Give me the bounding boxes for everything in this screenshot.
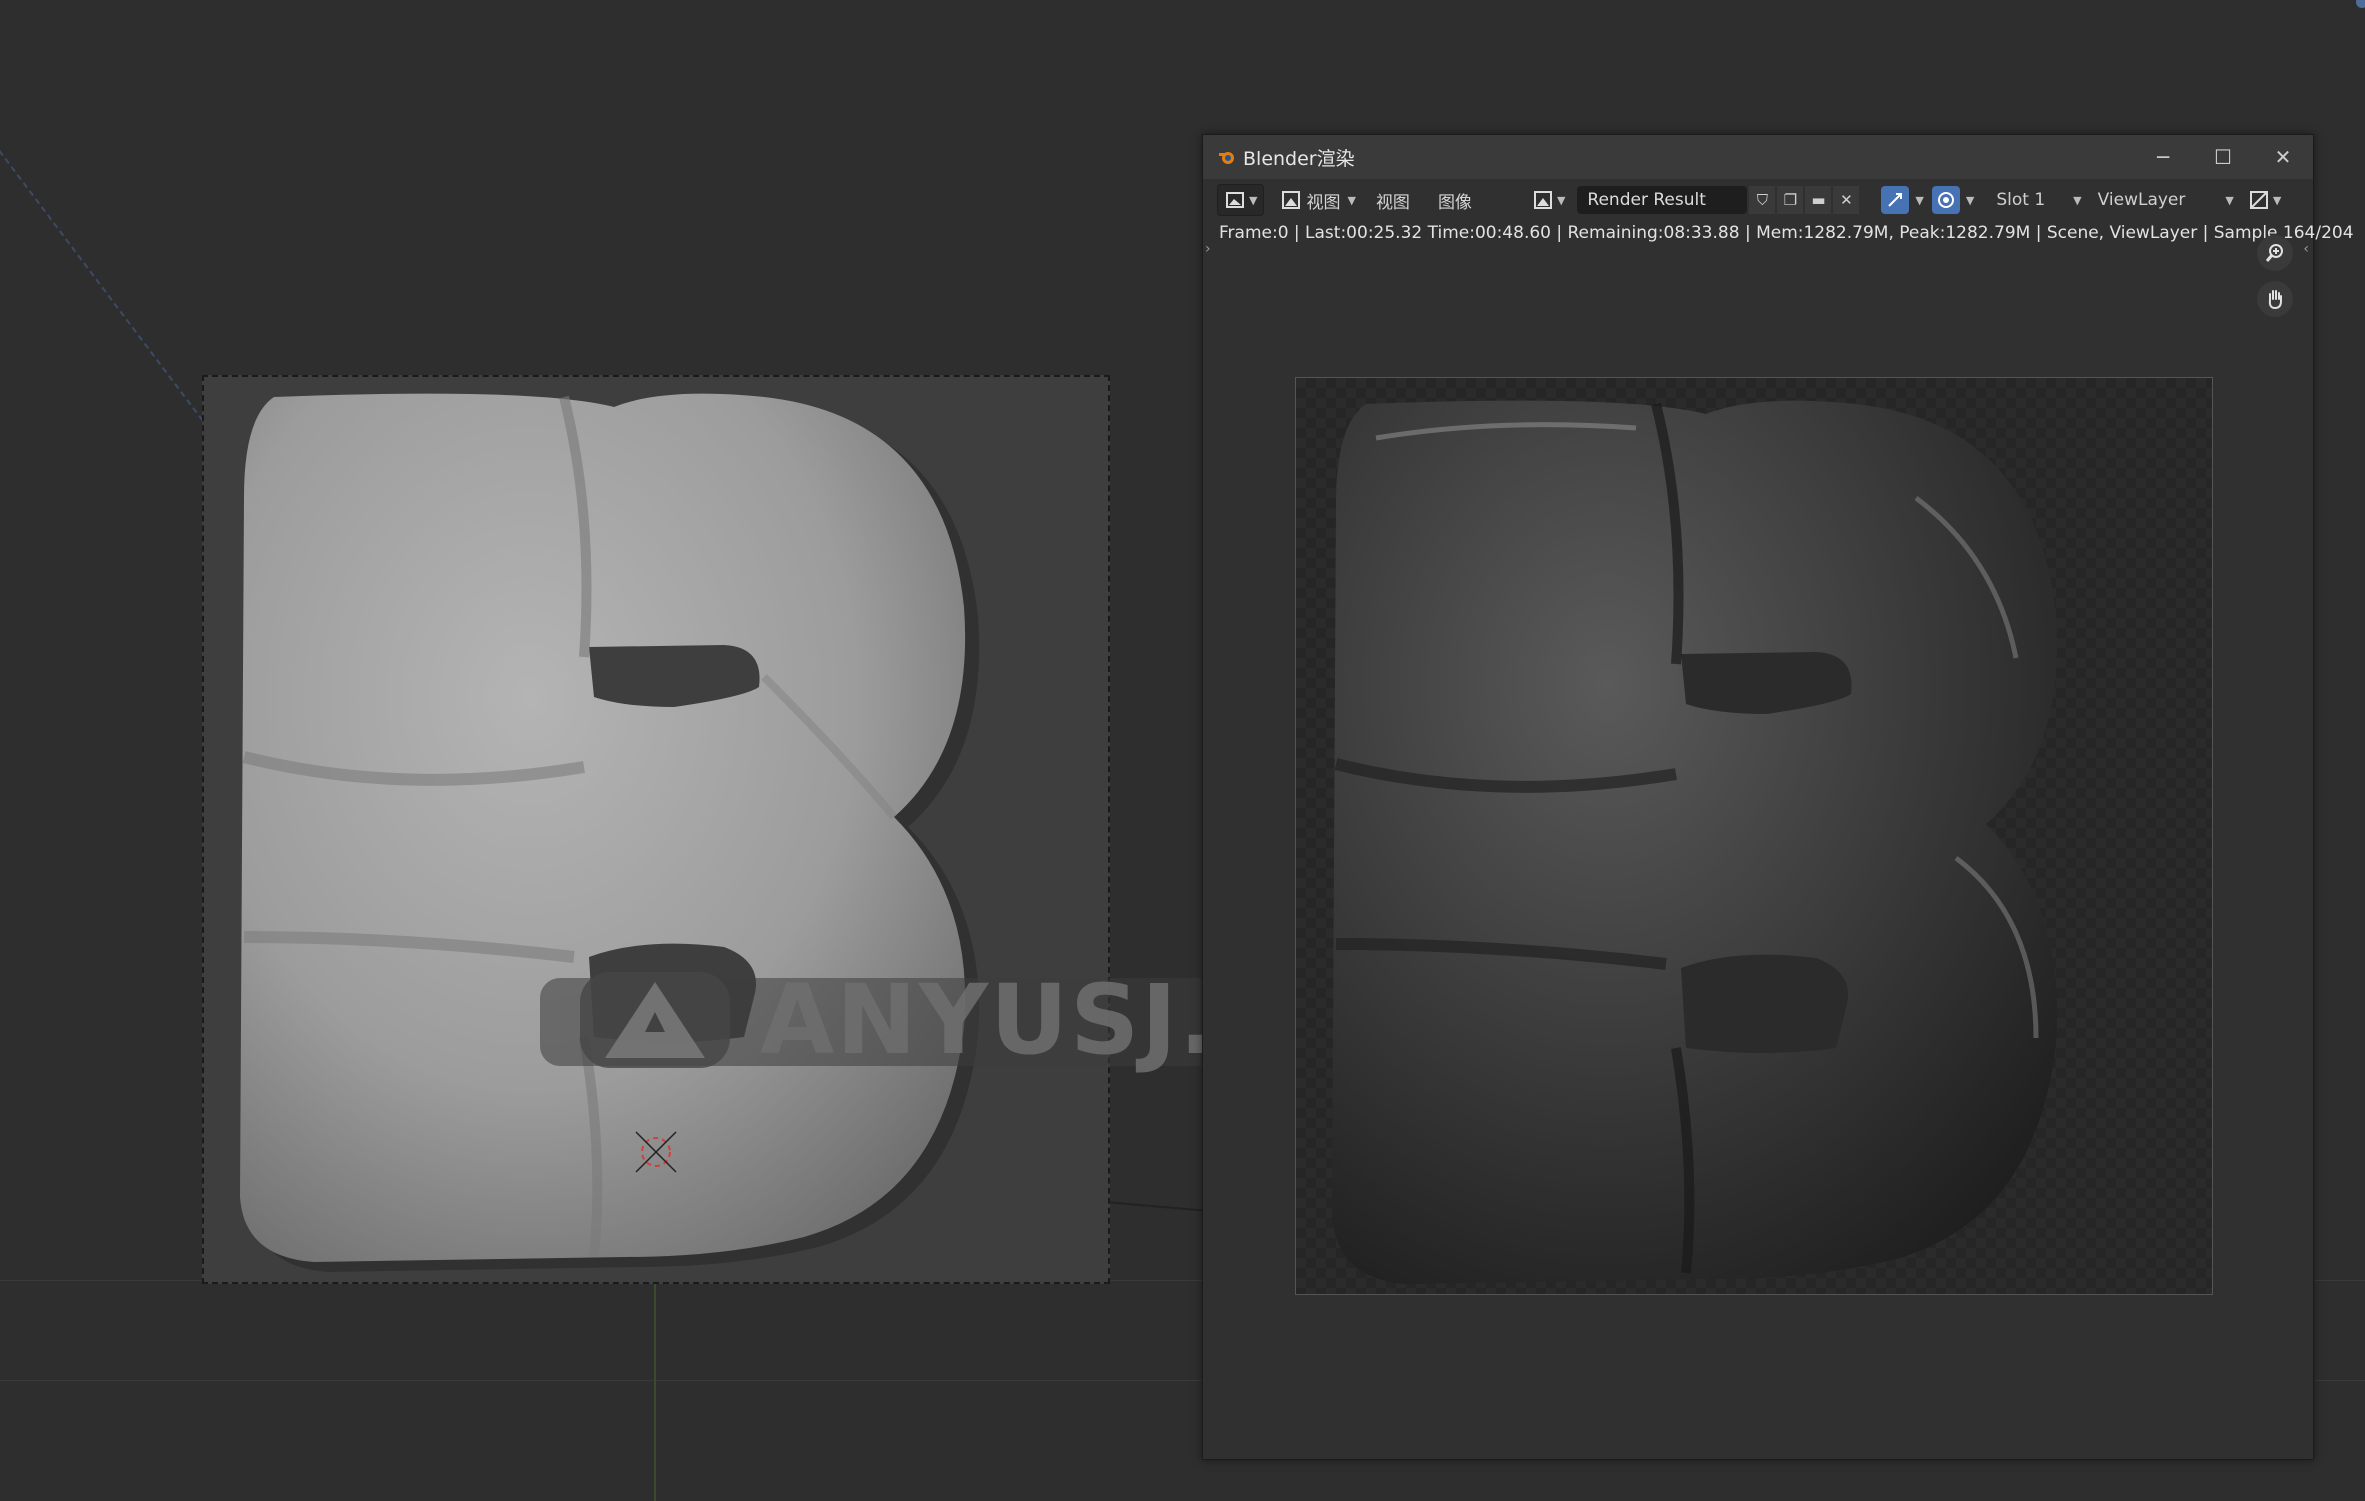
pan-hand-icon[interactable] xyxy=(2257,281,2293,317)
clay-letter-b xyxy=(240,393,980,1273)
sample-tool-icon[interactable] xyxy=(1881,186,1910,214)
right-panel-toggle[interactable]: ‹ xyxy=(2303,241,2309,257)
chevron-down-icon: ▼ xyxy=(2073,193,2082,207)
zoom-icon[interactable] xyxy=(2257,235,2293,271)
fake-user-icon[interactable]: ⛉ xyxy=(1749,186,1776,214)
chevron-down-icon: ▼ xyxy=(1556,193,1566,207)
image-editor-header: ▼ 视图 ▼ 视图 图像 ▼ Render Result ⛉ ❐ ▬ ✕ ▼ ▼… xyxy=(1203,179,2313,221)
image-name-field[interactable]: Render Result xyxy=(1577,186,1748,214)
view-menu-2[interactable]: 视图 xyxy=(1362,188,1424,213)
chevron-down-icon: ▼ xyxy=(1347,193,1356,207)
slot-label: Slot 1 xyxy=(1996,190,2046,210)
blender-logo-icon xyxy=(1219,152,1234,164)
render-stats: Frame:0 | Last:00:25.32 Time:00:48.60 | … xyxy=(1219,223,2354,243)
chevron-down-icon: ▼ xyxy=(2225,193,2234,207)
view-menu[interactable]: 视图 xyxy=(1302,188,1344,213)
chevron-down-icon[interactable]: ▼ xyxy=(1915,194,1923,207)
chevron-down-icon[interactable]: ▼ xyxy=(1966,194,1974,207)
open-folder-icon[interactable]: ▬ xyxy=(1805,186,1832,214)
editor-type-button[interactable]: ▼ xyxy=(1217,184,1265,216)
mask-button[interactable]: ▼ xyxy=(2242,185,2287,215)
minimize-button[interactable]: ─ xyxy=(2133,135,2193,179)
view-mode-button[interactable]: 视图 ▼ xyxy=(1274,185,1361,215)
close-button[interactable]: ✕ xyxy=(2253,135,2313,179)
window-title: Blender渲染 xyxy=(1243,147,1355,170)
render-window[interactable]: Blender渲染 ─ ☐ ✕ ▼ 视图 ▼ 视图 图像 ▼ Render Re… xyxy=(1202,134,2354,1460)
slot-dropdown[interactable]: Slot 1 ▼ xyxy=(1988,186,2090,214)
chevron-down-icon: ▼ xyxy=(1249,193,1258,207)
image-browse-icon xyxy=(1533,191,1552,209)
chevron-down-icon: ▼ xyxy=(2272,193,2282,207)
mask-icon xyxy=(2249,191,2268,209)
title-bar[interactable]: Blender渲染 ─ ☐ ✕ xyxy=(1203,135,2313,180)
browse-image-button[interactable]: ▼ xyxy=(1526,185,1571,215)
display-channels-icon[interactable] xyxy=(1931,186,1960,214)
image-menu[interactable]: 图像 xyxy=(1424,188,1486,213)
watermark-logo-icon xyxy=(580,972,730,1068)
new-image-icon[interactable]: ❐ xyxy=(1777,186,1804,214)
render-result-canvas[interactable] xyxy=(1295,377,2213,1295)
left-panel-toggle[interactable]: › xyxy=(1205,241,1211,257)
view-layer-label: ViewLayer xyxy=(2097,190,2186,210)
view-layer-dropdown[interactable]: ViewLayer ▼ xyxy=(2089,186,2242,214)
unlink-icon[interactable]: ✕ xyxy=(1833,186,1860,214)
rendered-letter-b xyxy=(1332,400,2058,1285)
image-icon xyxy=(1282,191,1301,209)
image-editor-icon xyxy=(1226,192,1244,208)
maximize-button[interactable]: ☐ xyxy=(2193,135,2253,179)
camera-frame xyxy=(202,375,1110,1284)
